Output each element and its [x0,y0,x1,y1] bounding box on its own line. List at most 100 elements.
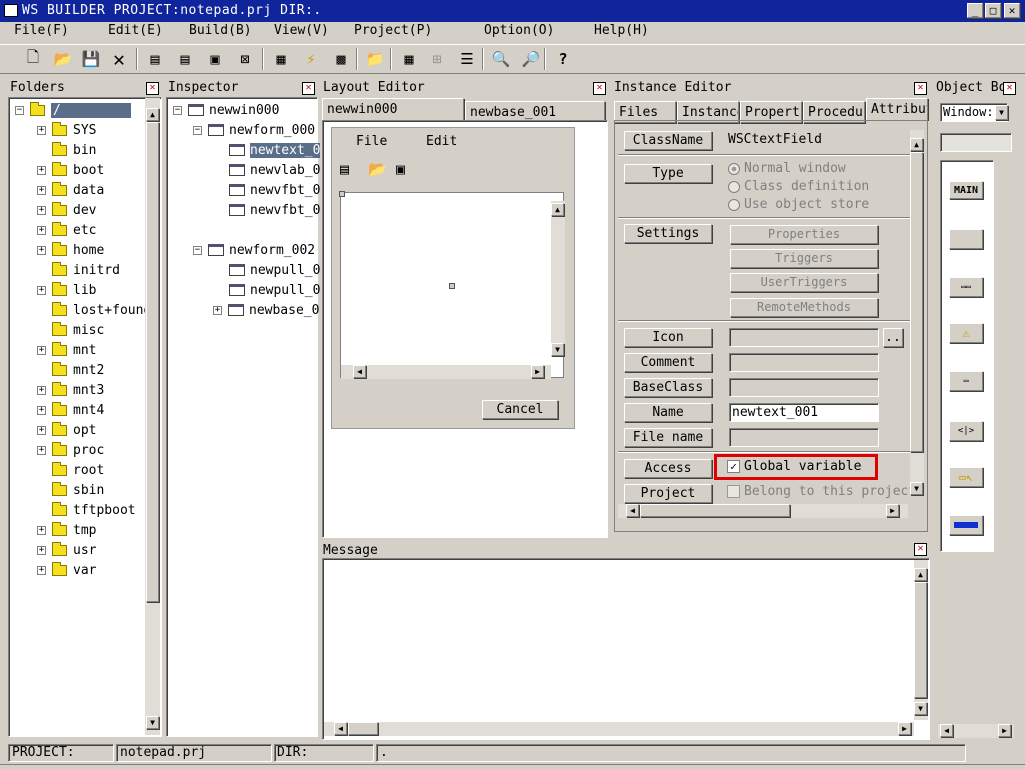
folder-item[interactable]: + etc [37,220,96,240]
layout-close-icon[interactable]: ✕ [593,82,606,95]
instance-vscroll[interactable]: ▲ ▼ [910,130,924,496]
folder-item[interactable]: + home [37,240,104,260]
dialog-warning-object[interactable]: ⚠ [949,323,983,343]
global-variable-checkbox[interactable]: ✓ Global variable [727,459,861,474]
menu-help[interactable]: Help(H) [594,23,649,38]
expand-icon[interactable]: + [37,245,46,255]
menu-file[interactable]: File(F) [14,23,69,38]
save-icon[interactable]: 💾 [78,46,104,72]
window-type-select[interactable]: Window: ▼ [940,103,1008,122]
project-folder-icon[interactable]: 📁 [362,46,388,72]
expand-icon[interactable]: + [37,385,46,395]
close-window-button[interactable]: ✕ [1004,3,1020,18]
collapse-icon[interactable]: − [193,125,202,135]
tab-attributes[interactable]: Attribut [866,98,928,120]
expand-icon[interactable]: + [37,125,46,135]
scroll-down-icon[interactable]: ▼ [910,482,923,495]
icon-field[interactable] [729,328,879,347]
expand-icon[interactable]: + [37,225,46,235]
align-icon[interactable]: ⊞ [424,46,450,72]
design-new-icon[interactable]: ▤ [340,160,349,178]
usertriggers-button[interactable]: UserTriggers [730,273,878,292]
expand-icon[interactable]: + [37,445,46,455]
icon-browse-button[interactable]: .. [883,328,903,347]
tree-item-newtext[interactable]: newtext_0 [229,140,321,160]
find-icon[interactable]: 🔍 [488,46,514,72]
preview-icon[interactable]: 🔎 [518,46,544,72]
design-textfield[interactable]: ▲ ▼ ◀ ▶ [339,191,565,379]
close-window-icon[interactable]: ⊠ [232,46,258,72]
design-open-icon[interactable]: 📂 [368,160,387,178]
expand-icon[interactable]: + [37,425,46,435]
triggers-button[interactable]: Triggers [730,249,878,268]
run-icon[interactable]: ▩ [328,46,354,72]
resize-handle[interactable] [339,191,345,197]
scroll-up-icon[interactable]: ▲ [910,138,923,151]
tree-form2[interactable]: − newform_002 [193,240,315,260]
folder-item[interactable]: lost+found [37,300,151,320]
tree-root[interactable]: − newwin000 [173,100,279,120]
button-bar-object[interactable]: ▭▭ [949,277,983,297]
open-window-icon[interactable]: ▤ [172,46,198,72]
main-window-object[interactable]: MAIN [949,181,983,199]
remotemethods-button[interactable]: RemoteMethods [730,298,878,317]
expand-icon[interactable]: + [37,565,46,575]
menu-project[interactable]: Project(P) [354,23,432,38]
message-hscroll[interactable]: ◀ ▶ [324,722,914,736]
filename-field[interactable] [729,428,879,447]
folder-item[interactable]: + boot [37,160,104,180]
maximize-button[interactable]: □ [985,3,1001,18]
folder-item[interactable]: + usr [37,540,96,560]
expand-icon[interactable]: + [37,185,46,195]
scroll-down-icon[interactable]: ▼ [146,716,159,729]
objectbox-close-icon[interactable]: ✕ [1003,82,1016,95]
design-cancel-button[interactable]: Cancel [482,400,558,419]
scroll-right-icon[interactable]: ▶ [886,504,899,517]
collapse-icon[interactable]: − [173,105,182,115]
help-icon[interactable]: ? [550,46,576,72]
message-area[interactable] [322,558,930,740]
chevron-down-icon[interactable]: ▼ [995,105,1008,120]
message-vscroll[interactable]: ▲ ▼ [914,560,928,720]
grid-icon[interactable]: ▦ [396,46,422,72]
name-field[interactable]: newtext_001 [729,403,879,422]
scroll-right-icon[interactable]: ▶ [898,722,911,735]
comment-field[interactable] [729,353,879,372]
folder-item[interactable]: + opt [37,420,96,440]
tree-item-newvfbt2[interactable]: newvfbt_0 [229,200,320,220]
instance-hscroll[interactable]: ◀ ▶ [618,504,908,518]
textfield-object[interactable]: ▭ [949,371,983,391]
properties-button[interactable]: Properties [730,225,878,244]
tree-item-newpull2[interactable]: newpull_0 [229,280,320,300]
folder-item[interactable]: + SYS [37,120,96,140]
scroll-down-icon[interactable]: ▼ [914,702,927,715]
list-icon[interactable]: ☰ [454,46,480,72]
objectbox-hscroll[interactable]: ◀ ▶ [938,724,1014,738]
expand-icon[interactable]: + [37,405,46,415]
menu-option[interactable]: Option(O) [484,23,554,38]
scroll-left-icon[interactable]: ◀ [334,722,347,735]
folder-item[interactable]: bin [37,140,96,160]
new-file-icon[interactable]: 🗋 [20,46,46,72]
scroll-right-icon[interactable]: ▶ [998,724,1011,737]
tree-item-newvlab[interactable]: newvlab_0 [229,160,320,180]
inspector-close-icon[interactable]: ✕ [302,82,315,95]
folders-close-icon[interactable]: ✕ [146,82,159,95]
folder-item[interactable]: sbin [37,480,104,500]
tree-item-newvfbt1[interactable]: newvfbt_0 [229,180,320,200]
menu-view[interactable]: View(V) [274,23,329,38]
new-window-icon[interactable]: ▤ [142,46,168,72]
scroll-up-icon[interactable]: ▲ [914,568,927,581]
save-window-icon[interactable]: ▣ [202,46,228,72]
expand-icon[interactable]: + [213,305,222,315]
checkbox-icon[interactable] [727,485,740,498]
collapse-icon[interactable]: − [193,245,202,255]
message-close-icon[interactable]: ✕ [914,543,927,556]
folder-item[interactable]: + dev [37,200,96,220]
folder-item[interactable]: mnt2 [37,360,104,380]
folder-item[interactable]: + var [37,560,96,580]
design-menu-file[interactable]: File [356,134,387,149]
design-save-icon[interactable]: ▣ [396,160,405,178]
folder-item[interactable]: + mnt [37,340,96,360]
build-icon[interactable]: ▦ [268,46,294,72]
